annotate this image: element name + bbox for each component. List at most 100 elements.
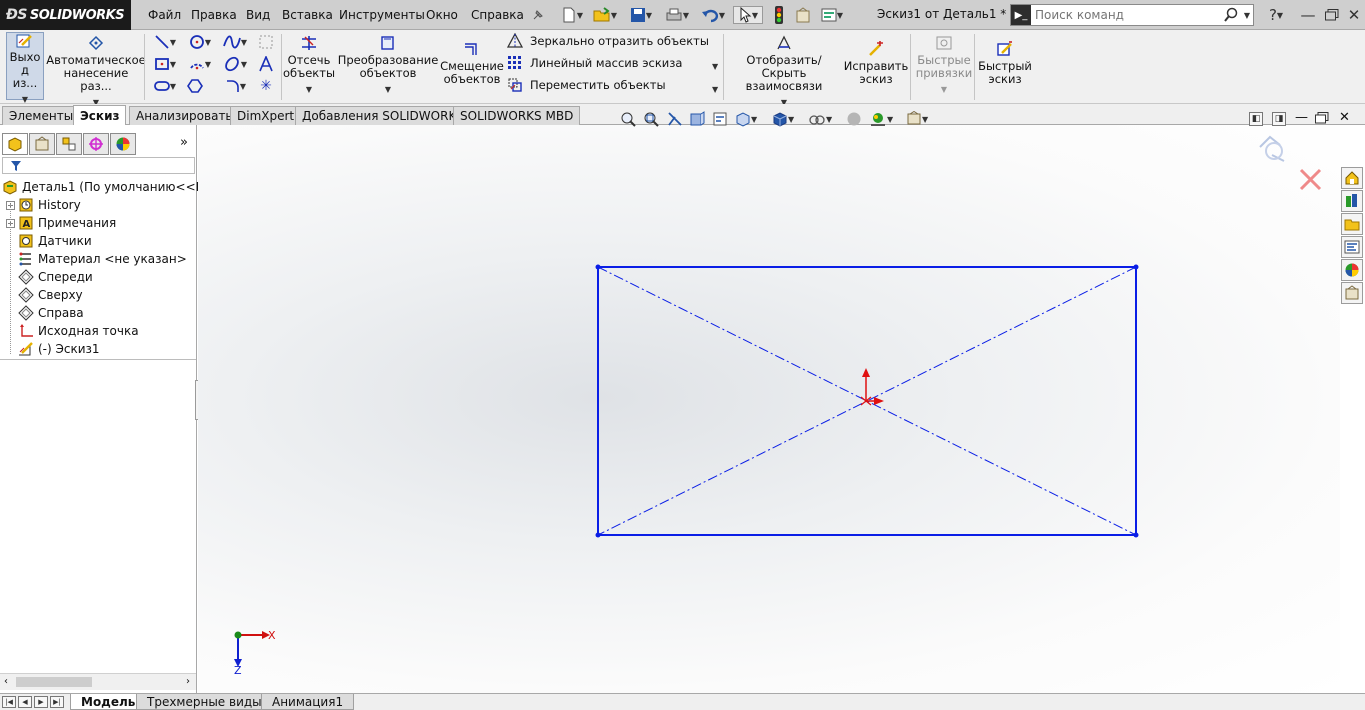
save-icon[interactable]: ▼ bbox=[626, 6, 656, 24]
undo-icon[interactable]: ▼ bbox=[698, 6, 728, 24]
convert-entities-button[interactable]: Преобразование объектов ▼ bbox=[338, 34, 438, 96]
tree-item-history[interactable]: + History bbox=[6, 196, 81, 214]
expand-tabs-icon[interactable]: » bbox=[180, 135, 188, 150]
tab-3d-views[interactable]: Трехмерные виды bbox=[136, 694, 273, 710]
options-icon[interactable]: ▼ bbox=[817, 6, 847, 24]
tab-solidworks-mbd[interactable]: SOLIDWORKS MBD bbox=[453, 106, 581, 125]
zoom-to-fit-icon[interactable] bbox=[620, 111, 636, 127]
display-style-icon[interactable]: ▼ bbox=[772, 111, 794, 127]
tab-features[interactable]: Элементы bbox=[2, 106, 81, 125]
linear-sketch-pattern-button[interactable]: Линейный массив эскиза bbox=[506, 55, 682, 71]
design-library-icon[interactable] bbox=[1341, 190, 1363, 212]
tab-dimxpert[interactable]: DimXpert bbox=[230, 106, 302, 125]
feature-tree-tab-icon[interactable] bbox=[2, 133, 28, 155]
close-window-icon[interactable]: ✕ bbox=[1345, 6, 1363, 24]
appearances-scenes-icon[interactable] bbox=[1341, 259, 1363, 281]
tree-filter[interactable] bbox=[2, 157, 195, 174]
doc-restore-icon[interactable] bbox=[1315, 112, 1329, 127]
tree-root-part[interactable]: Деталь1 (По умолчанию<<По bbox=[2, 178, 212, 196]
tree-item-material[interactable]: Материал <не указан> bbox=[18, 250, 187, 268]
move-entities-dropdown[interactable]: ▼ bbox=[712, 85, 718, 94]
corner-point[interactable] bbox=[595, 532, 601, 538]
point-tool-icon[interactable]: ✳ bbox=[256, 77, 276, 95]
previous-view-icon[interactable] bbox=[667, 111, 683, 127]
smart-dimension-button[interactable]: Автоматическое нанесение раз... ▼ bbox=[46, 34, 146, 109]
exit-sketch-button[interactable]: Выхо д из... ▼ bbox=[6, 32, 44, 104]
tree-item-top-plane[interactable]: Сверху bbox=[18, 286, 83, 304]
solidworks-logo[interactable]: ƉS SOLIDWORKS bbox=[0, 0, 131, 30]
tab-solidworks-addins[interactable]: Добавления SOLIDWORKS bbox=[295, 106, 471, 125]
mirror-entities-button[interactable]: Зеркально отразить объекты bbox=[506, 33, 709, 49]
offset-entities-button[interactable]: Смещение объектов bbox=[440, 40, 504, 86]
text-tool-icon[interactable] bbox=[256, 55, 276, 73]
confirm-sketch-icon[interactable] bbox=[1259, 135, 1285, 162]
linear-pattern-dropdown[interactable]: ▼ bbox=[712, 62, 718, 71]
ellipse-tool-icon[interactable]: ▼ bbox=[220, 55, 250, 73]
rebuild-icon[interactable] bbox=[771, 6, 787, 24]
menu-file[interactable]: Файл bbox=[148, 0, 181, 30]
open-folder-icon[interactable]: ▼ bbox=[590, 6, 620, 24]
tree-horizontal-scrollbar[interactable]: ‹ › bbox=[0, 673, 196, 690]
doc-minimize-icon[interactable]: — bbox=[1295, 110, 1308, 125]
move-entities-button[interactable]: Переместить объекты bbox=[506, 77, 666, 93]
tree-item-origin[interactable]: Исходная точка bbox=[18, 322, 139, 340]
graphics-area[interactable]: X Z bbox=[198, 125, 1340, 693]
menu-tools[interactable]: Инструменты bbox=[339, 0, 425, 30]
fillet-tool-icon[interactable]: ▼ bbox=[220, 77, 250, 95]
spline-tool-icon[interactable]: ▼ bbox=[220, 33, 250, 51]
menu-insert[interactable]: Вставка bbox=[282, 0, 333, 30]
sketch-origin-icon[interactable] bbox=[860, 368, 884, 406]
help-icon[interactable]: ? ▼ bbox=[1264, 6, 1288, 24]
tab-model[interactable]: Модель bbox=[70, 694, 147, 710]
search-icon[interactable] bbox=[1223, 7, 1239, 23]
last-tab-icon[interactable]: ▶| bbox=[50, 696, 64, 708]
zoom-to-area-icon[interactable] bbox=[643, 111, 659, 127]
quick-snaps-button[interactable]: Быстрые привязки ▼ bbox=[914, 34, 974, 96]
search-input[interactable] bbox=[1035, 8, 1225, 22]
tab-sketch[interactable]: Эскиз bbox=[73, 105, 127, 125]
corner-point[interactable] bbox=[595, 264, 601, 270]
trim-entities-button[interactable]: Отсечь объекты ▼ bbox=[283, 34, 335, 96]
search-box[interactable]: ▶_ ▼ bbox=[1010, 4, 1254, 26]
tab-scroll-arrows[interactable]: |◀ ◀ ▶ ▶| bbox=[2, 696, 66, 708]
view-settings-icon[interactable]: ▼ bbox=[906, 111, 928, 127]
tree-item-sensors[interactable]: Датчики bbox=[18, 232, 92, 250]
prev-tab-icon[interactable]: ◀ bbox=[18, 696, 32, 708]
hide-show-items-icon[interactable]: ▼ bbox=[808, 111, 832, 127]
arc-tool-icon[interactable]: ▼ bbox=[185, 55, 215, 73]
next-tab-icon[interactable]: ▶ bbox=[34, 696, 48, 708]
apply-scene-icon[interactable]: ▼ bbox=[869, 111, 893, 127]
configuration-manager-tab-icon[interactable] bbox=[56, 133, 82, 155]
first-tab-icon[interactable]: |◀ bbox=[2, 696, 16, 708]
line-tool-icon[interactable]: ▼ bbox=[150, 33, 180, 51]
file-properties-icon[interactable] bbox=[793, 6, 813, 24]
sketch-canvas[interactable]: X Z bbox=[198, 125, 1340, 693]
select-icon[interactable]: ▼ bbox=[733, 6, 763, 24]
custom-properties-icon[interactable] bbox=[1341, 282, 1363, 304]
rapid-sketch-button[interactable]: Быстрый эскиз bbox=[978, 40, 1032, 86]
view-palette-icon[interactable] bbox=[1341, 236, 1363, 258]
menu-window[interactable]: Окно bbox=[426, 0, 458, 30]
polygon-tool-icon[interactable] bbox=[185, 77, 205, 95]
solidworks-resources-icon[interactable] bbox=[1341, 167, 1363, 189]
print-icon[interactable]: ▼ bbox=[662, 6, 692, 24]
property-manager-tab-icon[interactable] bbox=[29, 133, 55, 155]
dimxpert-manager-tab-icon[interactable] bbox=[83, 133, 109, 155]
repair-sketch-button[interactable]: Исправить эскиз bbox=[843, 40, 909, 86]
menu-view[interactable]: Вид bbox=[246, 0, 270, 30]
circle-tool-icon[interactable]: ▼ bbox=[185, 33, 215, 51]
scroll-right-icon[interactable]: › bbox=[186, 676, 190, 687]
restore-window-icon[interactable] bbox=[1322, 6, 1342, 24]
construction-geometry-icon[interactable] bbox=[256, 33, 276, 51]
doc-close-icon[interactable]: ✕ bbox=[1339, 110, 1350, 125]
new-document-icon[interactable]: ▼ bbox=[557, 6, 587, 24]
view-orientation-icon[interactable]: ▼ bbox=[735, 111, 757, 127]
tab-animation1[interactable]: Анимация1 bbox=[261, 694, 355, 710]
menu-help[interactable]: Справка bbox=[471, 0, 524, 30]
tab-evaluate[interactable]: Анализировать bbox=[129, 106, 240, 125]
cancel-sketch-icon[interactable] bbox=[1299, 168, 1322, 191]
display-relations-button[interactable]: Отобразить/Скрыть взаимосвязи ▼ bbox=[728, 34, 840, 109]
display-manager-tab-icon[interactable] bbox=[110, 133, 136, 155]
section-view-icon[interactable] bbox=[689, 111, 705, 127]
doc-tile-right-icon[interactable]: ◨ bbox=[1272, 112, 1286, 126]
